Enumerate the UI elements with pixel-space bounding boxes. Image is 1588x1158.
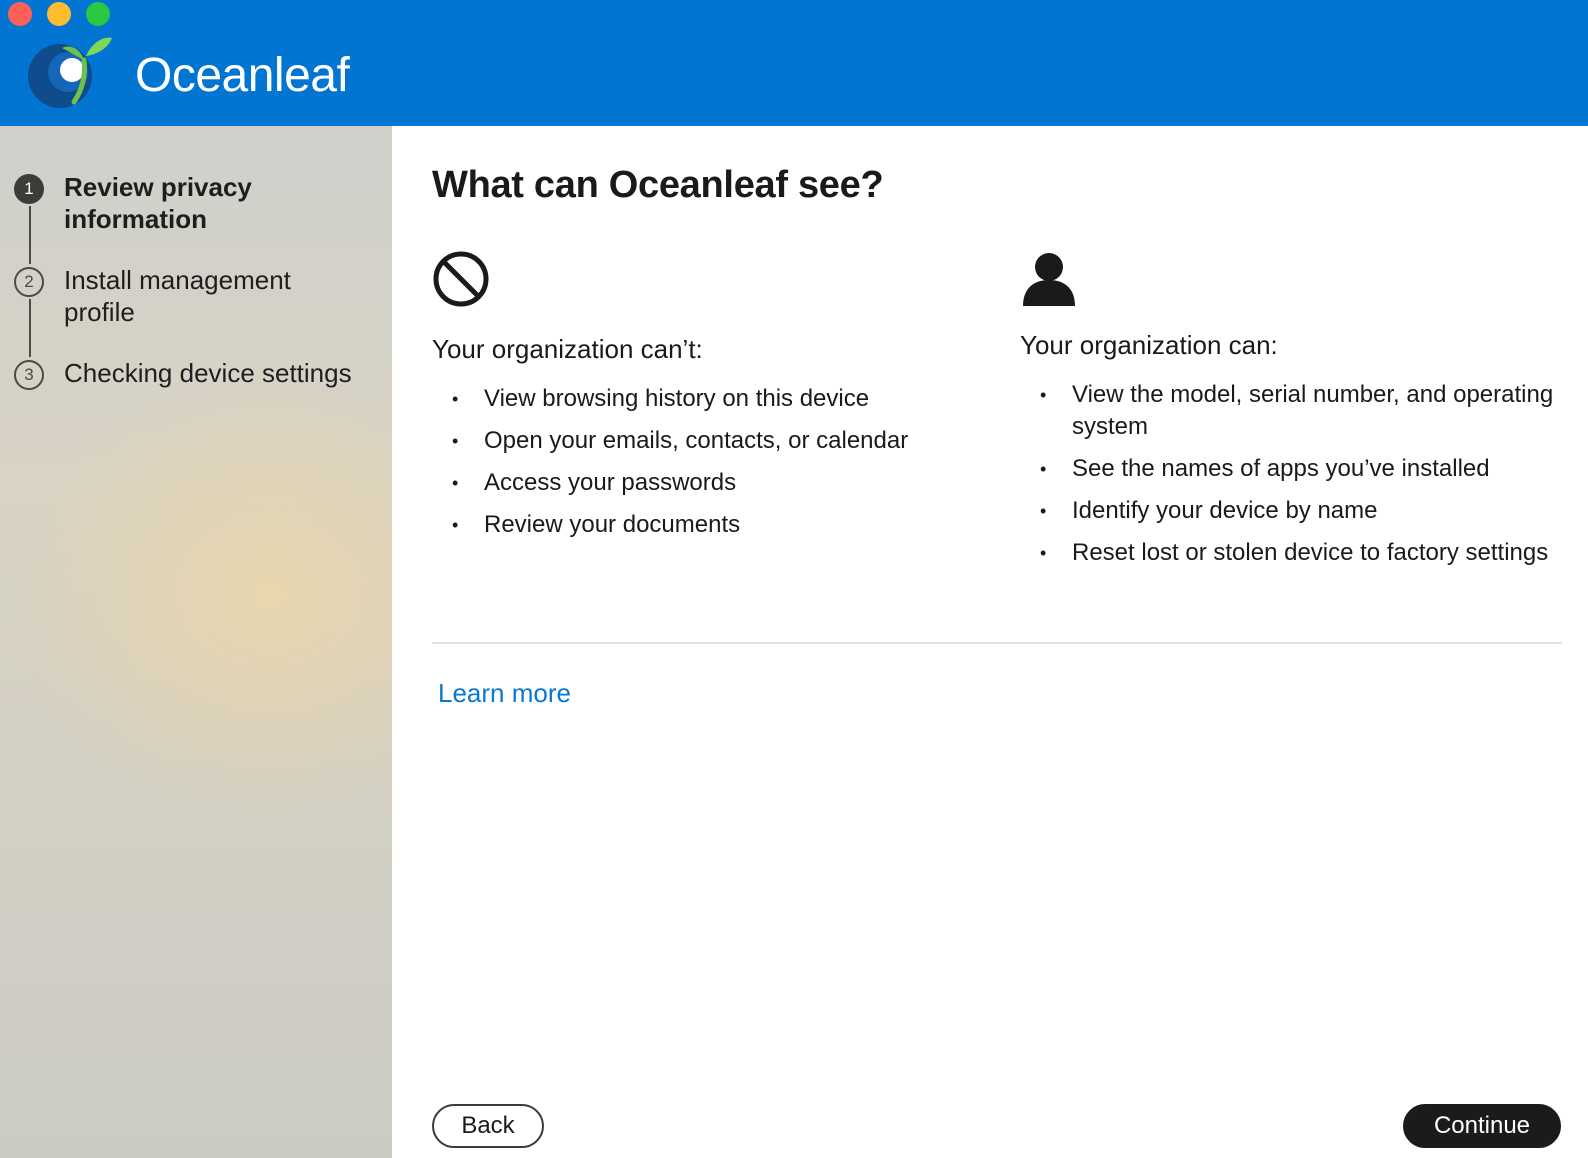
can-see-column: Your organization can: View the model, s… <box>1020 250 1560 579</box>
learn-more-link[interactable]: Learn more <box>438 678 571 709</box>
step-label: Install management profile <box>64 265 291 327</box>
step-number-badge: 1 <box>14 174 44 204</box>
can-list: View the model, serial number, and opera… <box>1020 379 1560 569</box>
cant-see-column: Your organization can’t: View browsing h… <box>432 250 972 551</box>
list-item: View the model, serial number, and opera… <box>1020 379 1560 443</box>
close-window-button[interactable] <box>8 2 32 26</box>
list-item: See the names of apps you’ve installed <box>1020 453 1560 485</box>
step-connector <box>29 206 31 264</box>
zoom-window-button[interactable] <box>86 2 110 26</box>
prohibited-icon <box>433 251 489 307</box>
continue-button[interactable]: Continue <box>1403 1104 1561 1148</box>
list-item: Access your passwords <box>432 467 972 499</box>
window-controls <box>8 2 110 26</box>
page-title: What can Oceanleaf see? <box>432 164 884 206</box>
setup-steps-sidebar: 1 Review privacy information 2 Install m… <box>0 126 392 1158</box>
section-divider <box>432 642 1562 644</box>
person-icon <box>1023 253 1075 306</box>
app-name: Oceanleaf <box>135 49 350 102</box>
main-content: What can Oceanleaf see? Your organizatio… <box>392 126 1588 1158</box>
list-item: Identify your device by name <box>1020 495 1560 527</box>
app-header: Oceanleaf <box>0 0 1588 126</box>
list-item: Review your documents <box>432 509 972 541</box>
minimize-window-button[interactable] <box>47 2 71 26</box>
list-item: Open your emails, contacts, or calendar <box>432 425 972 457</box>
list-item: Reset lost or stolen device to factory s… <box>1020 537 1560 569</box>
list-item: View browsing history on this device <box>432 383 972 415</box>
oceanleaf-logo-icon <box>28 37 112 108</box>
step-number-badge: 2 <box>14 267 44 297</box>
step-label: Checking device settings <box>64 358 352 388</box>
can-heading: Your organization can: <box>1020 330 1278 360</box>
step-label: Review privacy information <box>64 172 252 234</box>
back-button[interactable]: Back <box>432 1104 544 1148</box>
app-window: Oceanleaf 1 Review privacy information 2… <box>0 0 1588 1158</box>
step-connector <box>29 299 31 357</box>
cant-heading: Your organization can’t: <box>432 334 703 364</box>
step-number-badge: 3 <box>14 360 44 390</box>
cant-list: View browsing history on this device Ope… <box>432 383 972 541</box>
